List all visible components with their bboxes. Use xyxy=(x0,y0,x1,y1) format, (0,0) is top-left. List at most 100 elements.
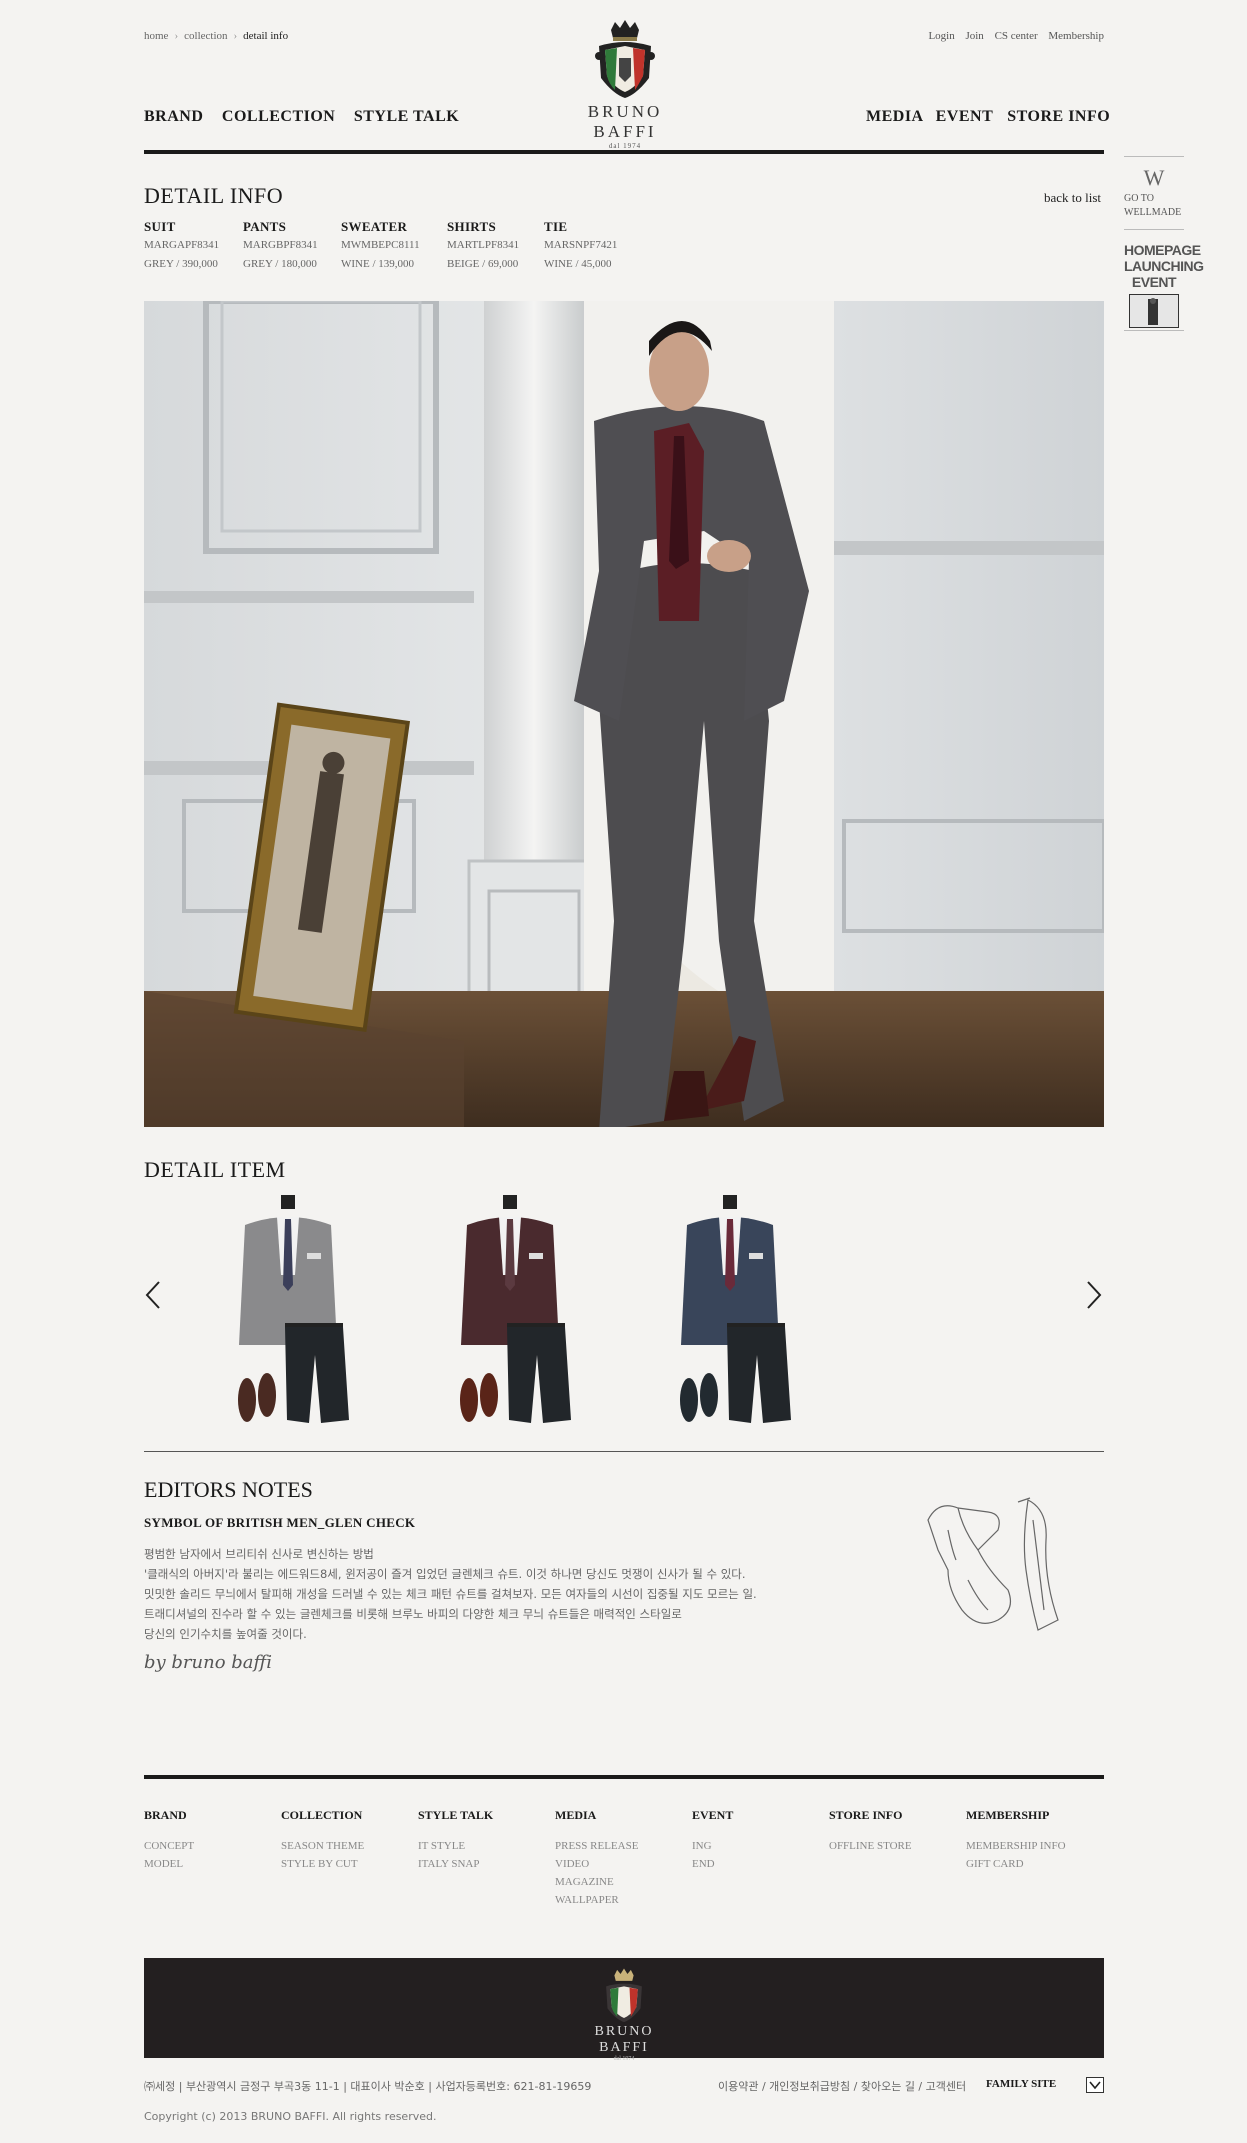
cs-center-link[interactable]: CS center xyxy=(995,30,1038,42)
chevron-right-icon xyxy=(1087,1281,1102,1309)
body-line: 밋밋한 솔리드 무늬에서 탈피해 개성을 드러낼 수 있는 체크 패턴 슈트를 … xyxy=(144,1587,757,1601)
footer-link[interactable]: STYLE BY CUT xyxy=(281,1855,411,1873)
footer-link[interactable]: END xyxy=(692,1855,822,1873)
main-nav-left: BRAND COLLECTION STYLE TALK xyxy=(144,108,473,126)
carousel-next-button[interactable] xyxy=(1084,1280,1104,1310)
side-panel: W GO TO WELLMADE HOMEPAGE LAUNCHING EVEN… xyxy=(1124,156,1204,331)
nav-store-info[interactable]: STORE INFO xyxy=(1007,108,1110,125)
signature: by bruno baffi xyxy=(144,1652,273,1673)
spec-sweater: SWEATER MWMBEPC8111 WINE / 139,000 xyxy=(341,217,420,274)
footer-link[interactable]: ITALY SNAP xyxy=(418,1855,548,1873)
nav-style-talk[interactable]: STYLE TALK xyxy=(354,108,459,125)
top-links: Login Join CS center Membership xyxy=(920,30,1104,42)
footer-logo-bar: BRUNO BAFFI dal 1974 xyxy=(144,1958,1104,2062)
family-site-label: FAMILY SITE xyxy=(986,2078,1057,2090)
chevron-down-icon xyxy=(1089,2081,1101,2090)
join-link[interactable]: Join xyxy=(965,30,983,42)
breadcrumb-collection[interactable]: collection xyxy=(184,30,227,42)
event-label: HOMEPAGE xyxy=(1124,242,1201,258)
login-link[interactable]: Login xyxy=(928,30,954,42)
footer-col-store-info: STORE INFO OFFLINE STORE xyxy=(829,1808,959,1855)
footer-heading[interactable]: MEMBERSHIP xyxy=(966,1808,1096,1823)
footer-heading[interactable]: STYLE TALK xyxy=(418,1808,548,1823)
footer-link[interactable]: MAGAZINE xyxy=(555,1873,685,1891)
footer-heading[interactable]: COLLECTION xyxy=(281,1808,411,1823)
spec-code: MWMBEPC8111 xyxy=(341,239,420,251)
spec-name: PANTS xyxy=(243,219,287,234)
crest-icon xyxy=(595,20,655,98)
breadcrumb-home[interactable]: home xyxy=(144,30,168,42)
logo-since: dal 1974 xyxy=(608,142,642,150)
carousel-prev-button[interactable] xyxy=(143,1280,163,1310)
footer-heading[interactable]: EVENT xyxy=(692,1808,822,1823)
company-address: ㈜세정 | 부산광역시 금정구 부곡3동 11-1 | 대표이사 박순호 | 사… xyxy=(144,2080,592,2093)
membership-link[interactable]: Membership xyxy=(1048,30,1104,42)
back-to-list-link[interactable]: back to list xyxy=(1044,190,1101,206)
goto-wellmade-link[interactable]: W GO TO WELLMADE xyxy=(1124,165,1184,219)
spec-price: GREY / 390,000 xyxy=(144,258,218,270)
breadcrumb-current: detail info xyxy=(243,30,289,42)
event-thumbnail xyxy=(1129,294,1179,328)
wellmade-logo-icon: W xyxy=(1143,165,1165,190)
hero-photo xyxy=(144,301,1104,1127)
policy-links[interactable]: 이용약관 / 개인정보취급방침 / 찾아오는 길 / 고객센터 xyxy=(718,2078,966,2094)
footer-link[interactable]: MEMBERSHIP INFO xyxy=(966,1837,1096,1855)
footer-link[interactable]: ING xyxy=(692,1837,822,1855)
footer-link[interactable]: GIFT CARD xyxy=(966,1855,1096,1873)
breadcrumb-separator: › xyxy=(174,30,179,42)
side-divider xyxy=(1124,229,1184,230)
body-line: 평범한 남자에서 브리티쉬 신사로 변신하는 방법 xyxy=(144,1547,374,1561)
spec-price: WINE / 139,000 xyxy=(341,258,415,270)
editors-notes-body: 평범한 남자에서 브리티쉬 신사로 변신하는 방법 '클래식의 아버지'라 불리… xyxy=(144,1544,784,1644)
spec-pants: PANTS MARGBPF8341 GREY / 180,000 xyxy=(243,217,318,274)
footer-logo-name: BRUNO BAFFI xyxy=(594,2024,654,2055)
header-divider xyxy=(144,150,1104,154)
spec-name: SWEATER xyxy=(341,219,408,234)
logo-name: BRUNO BAFFI xyxy=(587,102,663,141)
family-site-select[interactable] xyxy=(1086,2077,1104,2093)
footer-divider xyxy=(144,1775,1104,1779)
product-item[interactable] xyxy=(667,1195,797,1425)
breadcrumb-separator: › xyxy=(233,30,238,42)
footer-link[interactable]: WALLPAPER xyxy=(555,1891,685,1909)
footer-col-brand: BRAND CONCEPT MODEL xyxy=(144,1808,274,1873)
spec-name: SHIRTS xyxy=(447,219,497,234)
spec-code: MARGAPF8341 xyxy=(144,239,220,251)
event-label: LAUNCHING xyxy=(1124,258,1204,274)
footer-col-media: MEDIA PRESS RELEASE VIDEO MAGAZINE WALLP… xyxy=(555,1808,685,1909)
spec-name: TIE xyxy=(544,219,568,234)
editors-notes-title: EDITORS NOTES xyxy=(144,1477,313,1502)
footer-logo-since: dal 1974 xyxy=(613,2056,635,2062)
crest-icon xyxy=(606,1968,642,2023)
footer-col-event: EVENT ING END xyxy=(692,1808,822,1873)
footer-heading[interactable]: MEDIA xyxy=(555,1808,685,1823)
footer-col-collection: COLLECTION SEASON THEME STYLE BY CUT xyxy=(281,1808,411,1873)
goto-label: WELLMADE xyxy=(1124,207,1182,218)
product-item[interactable] xyxy=(225,1195,355,1425)
footer-heading[interactable]: STORE INFO xyxy=(829,1808,959,1823)
spec-tie: TIE MARSNPF7421 WINE / 45,000 xyxy=(544,217,617,274)
nav-brand[interactable]: BRAND xyxy=(144,108,203,125)
nav-event[interactable]: EVENT xyxy=(936,108,994,125)
footer-link[interactable]: PRESS RELEASE xyxy=(555,1837,685,1855)
footer-heading[interactable]: BRAND xyxy=(144,1808,274,1823)
spec-code: MARSNPF7421 xyxy=(544,239,618,251)
footer-link[interactable]: MODEL xyxy=(144,1855,274,1873)
side-divider xyxy=(1124,156,1184,157)
detail-info-title: DETAIL INFO xyxy=(144,183,284,208)
footer-link[interactable]: OFFLINE STORE xyxy=(829,1837,959,1855)
footer-link[interactable]: VIDEO xyxy=(555,1855,685,1873)
section-divider xyxy=(144,1451,1104,1452)
footer-link[interactable]: CONCEPT xyxy=(144,1837,274,1855)
footer-link[interactable]: IT STYLE xyxy=(418,1837,548,1855)
product-item[interactable] xyxy=(447,1195,577,1425)
launching-event-banner[interactable]: HOMEPAGE LAUNCHING EVENT xyxy=(1124,242,1204,331)
nav-media[interactable]: MEDIA xyxy=(866,108,924,125)
brand-logo[interactable]: BRUNO BAFFI dal 1974 xyxy=(577,20,673,150)
spec-code: MARGBPF8341 xyxy=(243,239,318,251)
nav-collection[interactable]: COLLECTION xyxy=(222,108,335,125)
editors-notes-subtitle: SYMBOL OF BRITISH MEN_GLEN CHECK xyxy=(144,1515,416,1530)
footer-col-style-talk: STYLE TALK IT STYLE ITALY SNAP xyxy=(418,1808,548,1873)
footer-logo[interactable]: BRUNO BAFFI dal 1974 xyxy=(569,1968,679,2062)
footer-link[interactable]: SEASON THEME xyxy=(281,1837,411,1855)
